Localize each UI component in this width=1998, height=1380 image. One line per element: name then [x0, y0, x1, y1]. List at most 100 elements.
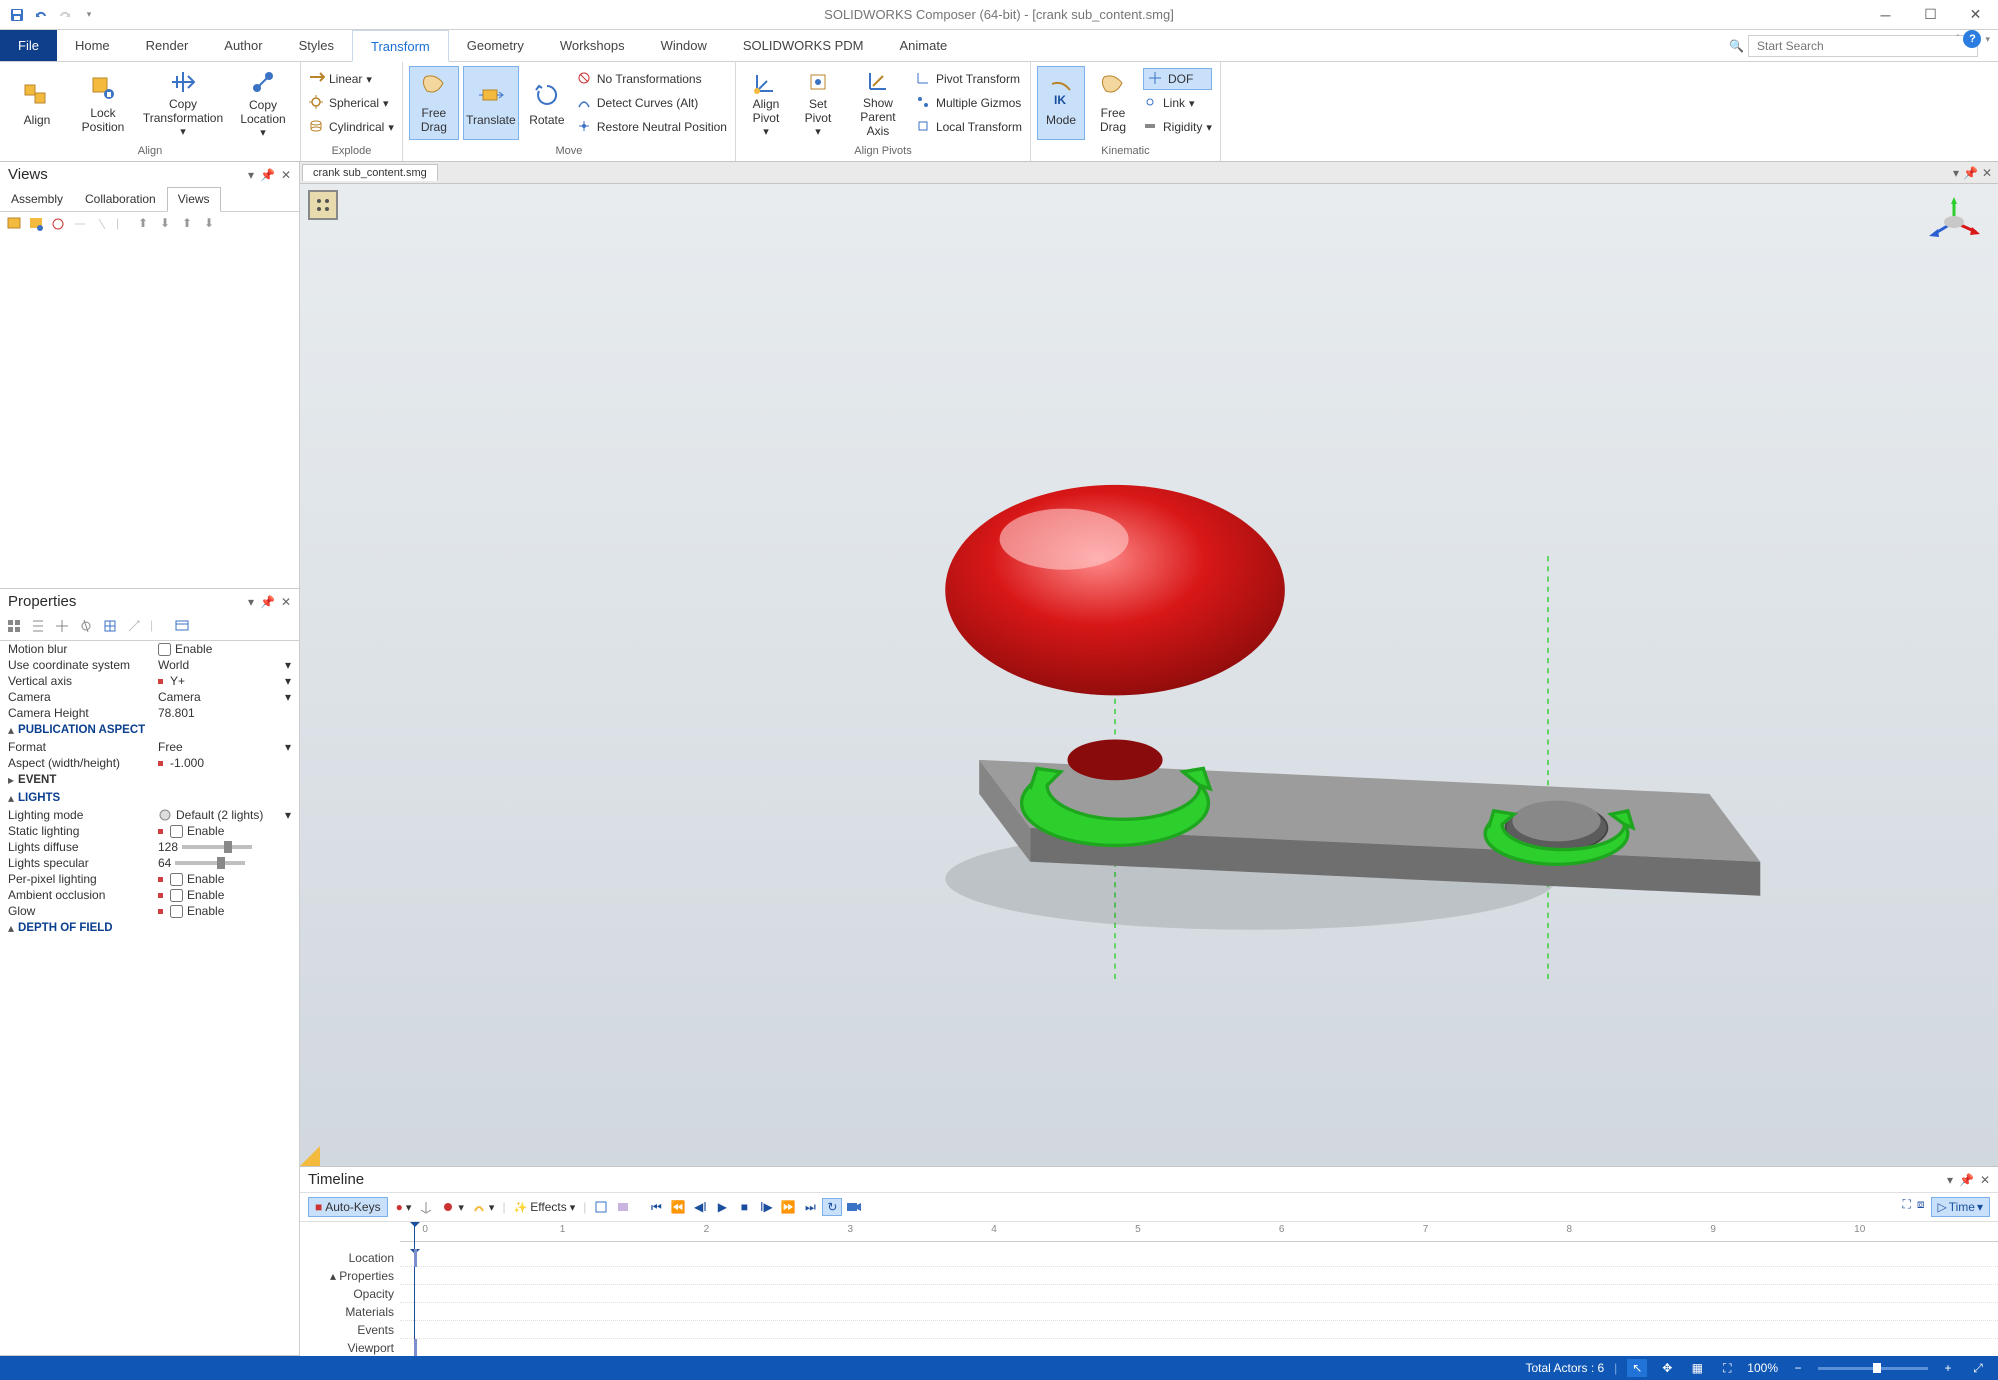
auto-keys-button[interactable]: ■Auto-Keys	[308, 1197, 388, 1217]
local-transform-button[interactable]: Local Transform	[916, 116, 1022, 138]
set-pivot-button[interactable]: Set Pivot▾	[794, 66, 842, 140]
per-pixel-checkbox[interactable]	[170, 873, 183, 886]
align-pivot-button[interactable]: Align Pivot▾	[742, 66, 790, 140]
translate-button[interactable]: Translate	[463, 66, 519, 140]
tab-window[interactable]: Window	[643, 30, 725, 61]
qat-dropdown-icon[interactable]: ▾	[78, 4, 100, 26]
props-tool-1-icon[interactable]	[6, 618, 24, 636]
panel-dropdown-icon[interactable]: ▾	[248, 595, 254, 609]
props-tool-5-icon[interactable]	[102, 618, 120, 636]
props-tool-6-icon[interactable]	[126, 618, 144, 636]
timeline-next-key-icon[interactable]: ⏩	[778, 1198, 798, 1216]
tab-geometry[interactable]: Geometry	[449, 30, 542, 61]
dof-button[interactable]: DOF	[1143, 68, 1212, 90]
track-materials[interactable]: Materials	[300, 1303, 394, 1321]
lighting-mode-dropdown[interactable]: Default (2 lights)▾	[158, 808, 291, 822]
viewport-corner-icon[interactable]	[308, 190, 338, 220]
tab-solidworks-pdm[interactable]: SOLIDWORKS PDM	[725, 30, 882, 61]
views-tool-3-icon[interactable]	[50, 216, 68, 234]
views-tool-1-icon[interactable]	[6, 216, 24, 234]
copy-transformation-button[interactable]: Copy Transformation▾	[138, 66, 228, 140]
track-viewport[interactable]: Viewport	[300, 1339, 394, 1356]
keyframe-viewport[interactable]	[414, 1339, 417, 1356]
mode-button[interactable]: IK Mode	[1037, 66, 1085, 140]
panel-dropdown-icon[interactable]: ▾	[248, 168, 254, 182]
panel-pin-icon[interactable]: 📌	[1959, 1173, 1974, 1187]
vertical-axis-dropdown[interactable]: Y+▾	[158, 674, 291, 688]
motion-blur-checkbox[interactable]	[158, 643, 171, 656]
timeline-tool-1[interactable]: ●▾	[396, 1200, 412, 1214]
zoom-in-icon[interactable]: +	[1938, 1359, 1958, 1377]
views-tab-collaboration[interactable]: Collaboration	[74, 187, 167, 211]
tab-styles[interactable]: Styles	[281, 30, 352, 61]
document-tab[interactable]: crank sub_content.smg	[302, 164, 438, 181]
search-input[interactable]	[1748, 35, 1978, 57]
no-transformations-button[interactable]: No Transformations	[577, 68, 727, 90]
timeline-stop-icon[interactable]: ■	[734, 1198, 754, 1216]
timeline-tool-2[interactable]	[419, 1200, 433, 1214]
views-tab-assembly[interactable]: Assembly	[0, 187, 74, 211]
timeline-play-icon[interactable]: ▶	[712, 1198, 732, 1216]
rotate-button[interactable]: Rotate	[523, 66, 571, 140]
timeline-tool-4[interactable]: ▾	[472, 1200, 495, 1214]
kinematic-free-drag-button[interactable]: Free Drag	[1089, 66, 1137, 140]
timeline-tool-5[interactable]	[594, 1200, 608, 1214]
lights-specular-field[interactable]: 64	[158, 856, 171, 870]
lights-specular-slider[interactable]	[175, 861, 245, 865]
props-tool-7-icon[interactable]	[174, 618, 192, 636]
aspect-field[interactable]: -1.000	[158, 756, 291, 770]
tab-home[interactable]: Home	[57, 30, 128, 61]
panel-close-icon[interactable]: ✕	[281, 595, 291, 609]
timeline-loop-icon[interactable]: ↻	[822, 1198, 842, 1216]
status-fit-icon[interactable]: ⤢	[1968, 1359, 1988, 1377]
time-mode-button[interactable]: ▷ Time ▾	[1931, 1197, 1991, 1217]
zoom-out-icon[interactable]: −	[1788, 1359, 1808, 1377]
pivot-transform-button[interactable]: Pivot Transform	[916, 68, 1022, 90]
views-tool-4-icon[interactable]	[72, 216, 90, 234]
zoom-slider[interactable]	[1818, 1367, 1928, 1370]
panel-close-icon[interactable]: ✕	[281, 168, 291, 182]
glow-checkbox[interactable]	[170, 905, 183, 918]
static-lighting-checkbox[interactable]	[170, 825, 183, 838]
views-tool-7-icon[interactable]: ⬇	[160, 216, 178, 234]
maximize-button[interactable]: ☐	[1908, 0, 1953, 30]
timeline-zoom-icon[interactable]: ⧈	[1917, 1197, 1925, 1217]
copy-location-button[interactable]: Copy Location▾	[232, 66, 294, 140]
timeline-prev-key-icon[interactable]: ⏪	[668, 1198, 688, 1216]
timeline-tool-3[interactable]: ▾	[441, 1200, 464, 1214]
file-menu[interactable]: File	[0, 30, 57, 61]
tab-render[interactable]: Render	[128, 30, 207, 61]
ambient-occlusion-checkbox[interactable]	[170, 889, 183, 902]
viewport-resize-icon[interactable]	[300, 1146, 320, 1166]
status-fullscreen-icon[interactable]: ⛶	[1717, 1359, 1737, 1377]
props-tool-3-icon[interactable]	[54, 618, 72, 636]
close-button[interactable]: ✕	[1953, 0, 1998, 30]
save-icon[interactable]	[6, 4, 28, 26]
spherical-explode-button[interactable]: Spherical ▾	[309, 92, 394, 114]
timeline-step-back-icon[interactable]: ◀Ⅰ	[690, 1198, 710, 1216]
timeline-first-icon[interactable]: ⏮	[646, 1198, 666, 1216]
lock-position-button[interactable]: Lock Position	[72, 66, 134, 140]
multiple-gizmos-button[interactable]: Multiple Gizmos	[916, 92, 1022, 114]
panel-dropdown-icon[interactable]: ▾	[1947, 1173, 1953, 1187]
cylindrical-explode-button[interactable]: Cylindrical ▾	[309, 116, 394, 138]
linear-explode-button[interactable]: Linear ▾	[309, 68, 394, 90]
views-tool-2-icon[interactable]	[28, 216, 46, 234]
track-events[interactable]: Events	[300, 1321, 394, 1339]
status-grid-icon[interactable]: ▦	[1687, 1359, 1707, 1377]
panel-pin-icon[interactable]: 📌	[260, 168, 275, 182]
tab-transform[interactable]: Transform	[352, 30, 449, 62]
doc-pin-icon[interactable]: 📌	[1963, 166, 1978, 180]
align-button[interactable]: Align	[6, 66, 68, 140]
status-cardinal-icon[interactable]: ✥	[1657, 1359, 1677, 1377]
tab-animate[interactable]: Animate	[882, 30, 966, 61]
redo-icon[interactable]	[54, 4, 76, 26]
views-tool-5-icon[interactable]	[94, 216, 112, 234]
coord-system-dropdown[interactable]: World▾	[158, 658, 291, 672]
props-tool-4-icon[interactable]	[78, 618, 96, 636]
3d-viewport[interactable]	[300, 184, 1998, 1166]
views-tool-9-icon[interactable]: ⬇	[204, 216, 222, 234]
minimize-button[interactable]: ─	[1863, 0, 1908, 30]
views-tool-8-icon[interactable]: ⬆	[182, 216, 200, 234]
rigidity-button[interactable]: Rigidity ▾	[1143, 116, 1212, 138]
